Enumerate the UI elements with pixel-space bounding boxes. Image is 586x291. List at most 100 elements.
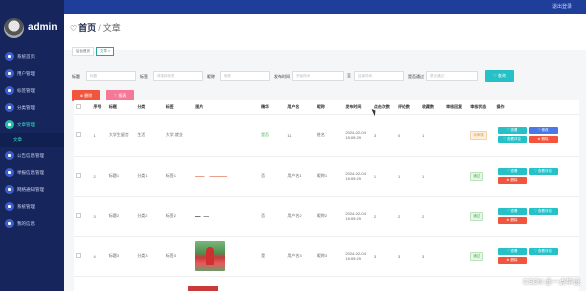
row-checkbox[interactable] (76, 213, 81, 218)
breadcrumb: ♡首页 / 文章 (70, 21, 121, 34)
delete-row-button[interactable]: ⊗ 删除 (497, 257, 527, 264)
delete-row-button[interactable]: ⊗ 删除 (497, 217, 527, 224)
title-bar: ♡首页 / 文章 后台首页 文章 × (64, 14, 586, 56)
cell-comments: 1 (395, 156, 421, 197)
cell-category: 分类2 (135, 196, 164, 237)
title-filter-input[interactable]: 标题 (86, 71, 136, 81)
status-filter-select[interactable]: 是否通过 (426, 71, 478, 81)
status-badge: 待审核 (470, 130, 487, 140)
top-bar: 退出登录 (0, 0, 586, 14)
cell-tag: 标签2 (163, 196, 194, 237)
cell-title: 标题3 (106, 236, 136, 277)
column-header: 标题 (106, 100, 136, 115)
cell-reply (444, 196, 469, 237)
home-icon (5, 52, 14, 61)
cell-date: 2024-02-04 15:05:29 (343, 156, 372, 197)
select-all-checkbox[interactable] (76, 103, 81, 109)
cell-actions: ♡ 查看 ♡ 修改 ♡ 查看评论 ⊗ 删除 (494, 114, 579, 157)
sidebar-item-articles[interactable]: 文章管理 (0, 116, 64, 133)
view-comments-button[interactable]: ♡ 查看评论 (497, 136, 527, 143)
cell-clicks: 1 (371, 156, 396, 197)
cell-favorites: 1 (420, 114, 445, 157)
cell-actions: ♡ 查看 ♡ 查看评论 ⊗ 删除 (494, 196, 579, 237)
username: admin (28, 22, 58, 33)
cell-clicks: 2 (371, 196, 396, 237)
status-badge: 通过 (470, 251, 484, 261)
cell-featured: 是 (259, 236, 286, 277)
sidebar-item-label: 文章管理 (17, 122, 35, 127)
cell-date: 2024-02-04 15:05:29 (343, 236, 372, 277)
status-badge: 通过 (470, 171, 484, 181)
cell-comments: 0 (395, 114, 421, 157)
table-header-row: 序号 标题 分类 标签 图片 精华 用户名 昵称 发布时间 点击次数 评论数 收… (74, 100, 579, 115)
sidebar-item-notifications[interactable]: 网络通知管理 (0, 181, 64, 198)
view-button[interactable]: ♡ 查看 (497, 248, 527, 255)
edit-button[interactable]: ♡ 修改 (528, 127, 558, 134)
main-content: ♡首页 / 文章 后台首页 文章 × 标题 标题 标签 请选择标签 昵称 昵称 发布时… (64, 14, 586, 291)
cell-title: 大学生留言 (106, 114, 136, 157)
view-button[interactable]: ♡ 查看 (497, 208, 527, 215)
cell-image (193, 196, 260, 237)
cell-reply (444, 114, 469, 157)
watermark: CSDN @一点毕设 (523, 279, 580, 286)
cell-status: 通过 (468, 236, 495, 277)
date-start-input[interactable]: 开始时间 (292, 71, 344, 81)
cell-username: 用户名2 (285, 196, 315, 237)
column-header: 审核状态 (468, 100, 495, 115)
column-header: 精华 (259, 100, 286, 115)
sidebar-item-users[interactable]: 用户管理 (0, 65, 64, 82)
view-comments-button[interactable]: ♡ 查看评论 (528, 208, 558, 215)
cell-status: 通过 (468, 156, 495, 197)
row-select-cell (74, 156, 92, 197)
search-button[interactable]: ♡ 查询 (485, 70, 514, 82)
table-row: 2 标题1 分类1 标签1 否 用户名1 昵称1 2024-02-04 15:0… (74, 156, 579, 197)
cell-username: 用户名3 (285, 236, 315, 277)
column-header: 图片 (193, 100, 260, 115)
cell-category: 生活 (135, 114, 164, 157)
tag-filter-select[interactable]: 请选择标签 (153, 71, 203, 81)
cell-category: 分类3 (135, 236, 164, 277)
row-checkbox[interactable] (76, 253, 81, 258)
article-photo[interactable] (195, 241, 226, 271)
view-comments-button[interactable]: ♡ 查看评论 (528, 168, 558, 175)
view-button[interactable]: ♡ 查看 (497, 127, 527, 134)
row-checkbox[interactable] (76, 132, 81, 137)
sidebar-subitem-article[interactable]: 文章 (0, 133, 64, 147)
avatar[interactable] (4, 18, 24, 38)
date-end-input[interactable]: 结束时间 (354, 71, 404, 81)
user-icon (5, 219, 14, 228)
delete-row-button[interactable]: ⊗ 删除 (528, 136, 558, 143)
next-row-image (188, 286, 218, 291)
broken-image (195, 215, 210, 217)
sidebar-item-profile[interactable]: 我的信息 (0, 215, 64, 232)
nickname-filter-input[interactable]: 昵称 (220, 71, 270, 81)
view-comments-button[interactable]: ♡ 查看评论 (528, 248, 558, 255)
sidebar-item-reports[interactable]: 举报信息管理 (0, 164, 64, 181)
sidebar-item-label: 分类管理 (17, 105, 35, 110)
status-filter-label: 是否通过 (408, 74, 424, 79)
cell-reply (444, 236, 469, 277)
sidebar-item-notices[interactable]: 公告信息管理 (0, 147, 64, 164)
heart-icon: ♡ (70, 24, 78, 33)
breadcrumb-home[interactable]: 首页 (78, 23, 96, 33)
sidebar-item-system[interactable]: 系统管理 (0, 198, 64, 215)
row-checkbox[interactable] (76, 173, 81, 178)
column-header: 用户名 (285, 100, 315, 115)
cell-comments: 2 (395, 196, 421, 237)
gear-icon (5, 202, 14, 211)
table-row: 3 标题2 分类2 标签2 否 用户名2 昵称2 2024-02-04 15:0… (74, 196, 579, 237)
tag-filter-label: 标签 (140, 74, 148, 79)
sidebar-item-categories[interactable]: 分类管理 (0, 99, 64, 116)
breadcrumb-current: 文章 (102, 23, 121, 33)
sidebar-item-home[interactable]: 系统首页 (0, 48, 64, 65)
column-header: 昵称 (314, 100, 344, 115)
delete-row-button[interactable]: ⊗ 删除 (497, 177, 527, 184)
logout-link[interactable]: 退出登录 (552, 3, 572, 10)
view-button[interactable]: ♡ 查看 (497, 168, 527, 175)
sidebar-item-tags[interactable]: 标签管理 (0, 82, 64, 99)
filter-bar: 标题 标题 标签 请选择标签 昵称 昵称 发布时间 开始时间 至 结束时间 是否… (64, 54, 586, 106)
sidebar: admin 系统首页 用户管理 标签管理 分类管理 文章管理 文章 公告信息管理… (0, 0, 64, 291)
broken-image (195, 175, 228, 177)
column-header: 审核回复 (444, 100, 469, 115)
cell-date: 2024-02-04 15:05:29 (343, 196, 372, 237)
